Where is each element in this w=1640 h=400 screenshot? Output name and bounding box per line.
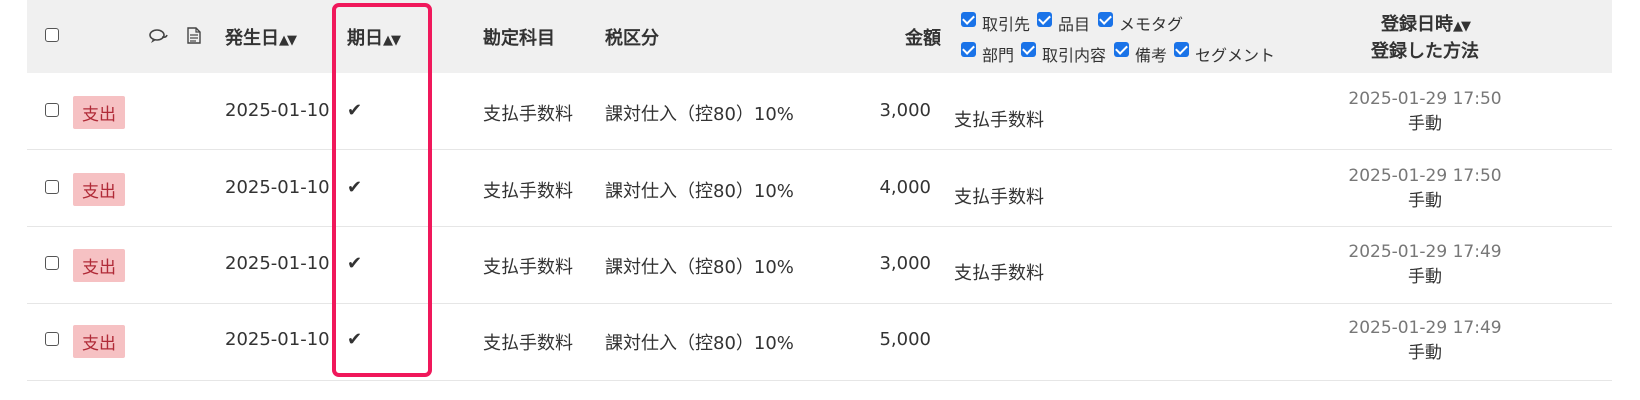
registration-method-header: 登録した方法 <box>1371 41 1479 62</box>
sort-icon[interactable]: ▲▼ <box>1453 19 1471 34</box>
table-header: 発生日▲▼ 期日▲▼ 勘定科目 税区分 金額 取引先 品目 メモタグ 部門 取引… <box>27 0 1612 73</box>
row-checkbox[interactable] <box>45 180 59 194</box>
amount-cell: 5,000 <box>879 329 931 350</box>
detail-cell: 支払手数料 <box>954 187 1044 208</box>
row-checkbox[interactable] <box>45 256 59 270</box>
type-badge: 支出 <box>73 325 125 358</box>
toggle-segment-checkbox[interactable] <box>1174 42 1189 57</box>
account-cell: 支払手数料 <box>483 104 573 125</box>
toggle-department-label: 部門 <box>982 46 1015 65</box>
toggle-department-checkbox[interactable] <box>961 42 976 57</box>
occurrence-date: 2025-01-10 <box>225 329 330 350</box>
occurrence-date: 2025-01-10 <box>225 177 330 198</box>
sort-icon[interactable]: ▲▼ <box>279 33 297 48</box>
registered-datetime-cell: 2025-01-29 17:49 <box>1348 242 1502 262</box>
tax-cell: 課対仕入（控80）10% <box>605 181 794 202</box>
toggle-memotag-label: メモタグ <box>1119 15 1184 34</box>
row-checkbox[interactable] <box>45 103 59 117</box>
toggle-segment-label: セグメント <box>1195 46 1276 65</box>
registration-method-cell: 手動 <box>1408 343 1442 363</box>
toggle-notes-checkbox[interactable] <box>1114 42 1129 57</box>
registration-method-cell: 手動 <box>1408 267 1442 287</box>
toggle-content-label: 取引内容 <box>1042 46 1107 65</box>
tax-cell: 課対仕入（控80）10% <box>605 257 794 278</box>
type-badge: 支出 <box>73 173 125 206</box>
table-row[interactable]: 支出 2025-01-10 ✔ 支払手数料 課対仕入（控80）10% 4,000… <box>27 150 1612 227</box>
select-all-checkbox[interactable] <box>45 28 59 42</box>
occurrence-date-header[interactable]: 発生日▲▼ <box>225 24 297 50</box>
comment-icon <box>149 29 168 43</box>
account-cell: 支払手数料 <box>483 257 573 278</box>
toggle-item-label: 品目 <box>1058 15 1091 34</box>
occurrence-date-label: 発生日 <box>225 28 279 49</box>
detail-cell: 支払手数料 <box>954 110 1044 131</box>
amount-cell: 4,000 <box>879 177 931 198</box>
toggle-content-checkbox[interactable] <box>1021 42 1036 57</box>
occurrence-date: 2025-01-10 <box>225 100 330 121</box>
account-cell: 支払手数料 <box>483 181 573 202</box>
tax-category-header: 税区分 <box>605 28 659 49</box>
amount-cell: 3,000 <box>879 253 931 274</box>
amount-header: 金額 <box>905 28 941 49</box>
registered-datetime-cell: 2025-01-29 17:49 <box>1348 318 1502 338</box>
occurrence-date: 2025-01-10 <box>225 253 330 274</box>
toggle-partner-checkbox[interactable] <box>961 12 976 27</box>
type-badge: 支出 <box>73 96 125 129</box>
detail-cell: 支払手数料 <box>954 263 1044 284</box>
toggle-partner-label: 取引先 <box>982 15 1031 34</box>
table-row[interactable]: 支出 2025-01-10 ✔ 支払手数料 課対仕入（控80）10% 3,000… <box>27 227 1612 304</box>
row-checkbox[interactable] <box>45 332 59 346</box>
tax-cell: 課対仕入（控80）10% <box>605 104 794 125</box>
registered-datetime-cell: 2025-01-29 17:50 <box>1348 89 1502 109</box>
toggle-notes-label: 備考 <box>1135 46 1168 65</box>
table-row[interactable]: 支出 2025-01-10 ✔ 支払手数料 課対仕入（控80）10% 5,000… <box>27 304 1612 381</box>
type-badge: 支出 <box>73 249 125 282</box>
toggle-memotag-checkbox[interactable] <box>1098 12 1113 27</box>
table-row[interactable]: 支出 2025-01-10 ✔ 支払手数料 課対仕入（控80）10% 3,000… <box>27 73 1612 150</box>
tax-cell: 課対仕入（控80）10% <box>605 333 794 354</box>
registration-method-cell: 手動 <box>1408 114 1442 134</box>
account-header: 勘定科目 <box>483 28 555 49</box>
period-column-highlight <box>332 3 432 377</box>
document-icon <box>187 27 201 44</box>
amount-cell: 3,000 <box>879 100 931 121</box>
registered-datetime-label: 登録日時 <box>1381 14 1453 35</box>
account-cell: 支払手数料 <box>483 333 573 354</box>
registration-method-cell: 手動 <box>1408 191 1442 211</box>
registered-datetime-header[interactable]: 登録日時▲▼ <box>1315 10 1535 36</box>
registered-datetime-cell: 2025-01-29 17:50 <box>1348 166 1502 186</box>
toggle-item-checkbox[interactable] <box>1037 12 1052 27</box>
